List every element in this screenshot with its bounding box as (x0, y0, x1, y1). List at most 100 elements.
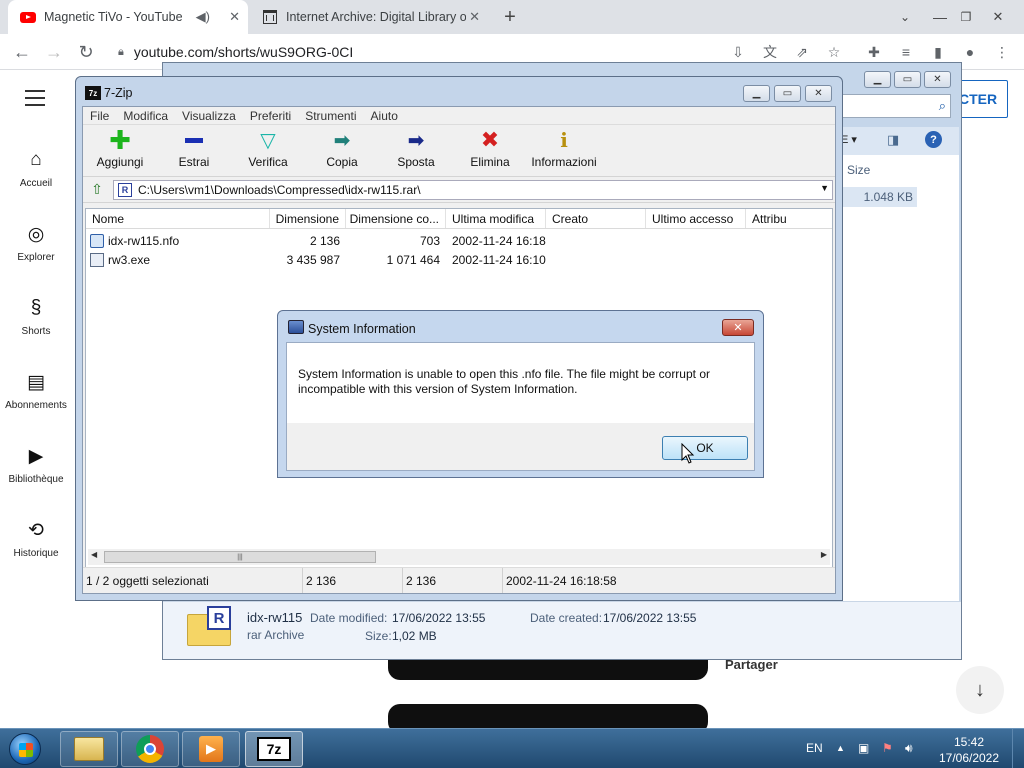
compass-icon: ◎ (27, 223, 45, 245)
toolbar-label: Verifica (248, 155, 288, 169)
chevron-down-icon[interactable]: ▼ (820, 183, 829, 193)
column-header-name[interactable]: Nome (86, 209, 270, 228)
reload-button[interactable]: ↻ (74, 40, 98, 64)
preview-pane-icon[interactable]: ◨ (887, 132, 899, 148)
translate-icon[interactable]: 文 (758, 40, 782, 64)
maximize-button[interactable]: ▭ (774, 85, 801, 102)
nav-item-explore[interactable]: ◎ Explorer (0, 222, 72, 264)
column-header-attributes[interactable]: Attribu (746, 209, 832, 228)
path-combobox[interactable]: R C:\Users\vm1\Downloads\Compressed\idx-… (113, 179, 833, 200)
history-icon: ⟲ (28, 519, 44, 541)
system-clock[interactable]: 15:42 17/06/2022 (928, 734, 1010, 766)
profile-avatar-icon[interactable]: ● (958, 40, 982, 64)
mute-icon[interactable]: ◀) (196, 9, 210, 25)
column-header-modified[interactable]: Ultima modifica (446, 209, 546, 228)
menu-file[interactable]: File (83, 109, 116, 123)
hamburger-menu-icon[interactable] (25, 90, 45, 106)
scroll-left-icon[interactable]: ◀ (91, 550, 97, 559)
menu-kebab-icon[interactable]: ⋮ (990, 40, 1014, 64)
restore-window-button[interactable]: ❐ (954, 0, 978, 34)
delete-icon: ✖ (480, 127, 500, 152)
folder-up-icon[interactable]: ⇧ (87, 181, 107, 199)
action-center-icon[interactable]: ⚑ (882, 741, 893, 755)
scrollbar-thumb[interactable]: ||| (104, 551, 376, 563)
start-button[interactable] (3, 731, 47, 767)
file-size-cell: 1.048 KB (841, 187, 917, 207)
file-row[interactable]: idx-rw115.nfo 2 136 703 2002-11-24 16:18 (86, 231, 832, 250)
nav-item-shorts[interactable]: § Shorts (0, 296, 72, 337)
menu-help[interactable]: Aiuto (364, 109, 405, 123)
install-icon[interactable]: ⇩ (726, 40, 750, 64)
window-title: 7-Zip (104, 86, 133, 100)
minimize-button[interactable]: ▁ (864, 71, 891, 88)
horizontal-scrollbar[interactable]: ◀ ||| ▶ (88, 549, 830, 565)
side-panel-icon[interactable]: ▮ (926, 40, 950, 64)
column-header-size[interactable]: Dimensione (270, 209, 346, 228)
taskbar-explorer[interactable] (60, 731, 118, 767)
language-indicator[interactable]: EN (806, 741, 823, 755)
close-button[interactable]: ✕ (805, 85, 832, 102)
close-tab-icon[interactable]: ✕ (229, 9, 240, 25)
status-selection: 1 / 2 oggetti selezionati (83, 568, 303, 593)
tab-youtube[interactable]: Magnetic TiVo - YouTube ◀) ✕ (8, 0, 248, 34)
column-header-accessed[interactable]: Ultimo accesso (646, 209, 746, 228)
file-name: idx-rw115.nfo (108, 233, 180, 248)
show-desktop-button[interactable] (1012, 729, 1024, 768)
scroll-right-icon[interactable]: ▶ (821, 550, 827, 559)
menu-view[interactable]: Visualizza (175, 109, 243, 123)
minimize-button[interactable]: ▁ (743, 85, 770, 102)
nav-item-subscriptions[interactable]: ▤ Abonnements (0, 370, 72, 412)
show-hidden-icons-icon[interactable]: ▲ (836, 743, 845, 753)
nav-item-library[interactable]: ▶ Bibliothèque (0, 444, 72, 486)
tab-internet-archive[interactable]: Internet Archive: Digital Library o ✕ (250, 0, 488, 34)
menu-edit[interactable]: Modifica (116, 109, 175, 123)
menu-bar: File Modifica Visualizza Preferiti Strum… (83, 107, 835, 125)
close-button[interactable]: ✕ (924, 71, 951, 88)
forward-button[interactable]: → (42, 40, 66, 64)
share-icon[interactable]: ⇗ (790, 40, 814, 64)
column-header-created[interactable]: Creato (546, 209, 646, 228)
file-size: 2 136 (309, 233, 340, 248)
close-window-button[interactable]: ✕ (986, 0, 1010, 34)
file-row[interactable]: rw3.exe 3 435 987 1 071 464 2002-11-24 1… (86, 250, 832, 269)
maximize-button[interactable]: ▭ (894, 71, 921, 88)
bookmark-star-icon[interactable]: ☆ (822, 40, 846, 64)
shorts-icon: § (30, 297, 42, 318)
system-information-icon (288, 320, 304, 334)
file-modified: 2002-11-24 16:18 (452, 233, 546, 248)
taskbar-media-player[interactable]: ▶ (182, 731, 240, 767)
url-text: youtube.com/shorts/wuS9ORG-0CI (133, 44, 354, 60)
minimize-window-button[interactable]: — (928, 0, 952, 34)
nav-label: Bibliothèque (8, 474, 64, 485)
next-video-arrow-icon[interactable]: ↓ (956, 666, 1004, 714)
extract-button[interactable]: Estrai (157, 125, 231, 169)
details-file-name: idx-rw115 (247, 610, 303, 625)
network-icon[interactable]: ▣ (858, 741, 869, 755)
media-control-icon[interactable]: ≡ (894, 40, 918, 64)
add-button[interactable]: ✚ Aggiungi (83, 125, 157, 170)
nav-item-history[interactable]: ⟲ Historique (0, 518, 72, 560)
copy-button[interactable]: ➡ Copia (305, 125, 379, 170)
info-button[interactable]: i Informazioni (527, 125, 601, 169)
taskbar-chrome[interactable] (121, 731, 179, 767)
dialog-close-button[interactable]: ✕ (722, 319, 754, 336)
column-header-size[interactable]: Size (847, 163, 870, 177)
volume-icon[interactable]: 🔊︎ (905, 741, 913, 756)
search-input[interactable]: ⌕ (841, 94, 951, 118)
ok-button[interactable]: OK (662, 436, 748, 460)
column-header-packed-size[interactable]: Dimensione co... (346, 209, 446, 228)
move-button[interactable]: ➡ Sposta (379, 125, 453, 170)
menu-tools[interactable]: Strumenti (298, 109, 363, 123)
tab-search-icon[interactable]: ⌄ (893, 0, 917, 34)
close-tab-icon[interactable]: ✕ (469, 9, 480, 25)
taskbar-7zip[interactable]: 7z (245, 731, 303, 767)
new-tab-button[interactable]: + (498, 0, 522, 34)
extensions-icon[interactable]: ✚ (862, 40, 886, 64)
views-dropdown-icon[interactable]: E ▾ (841, 133, 857, 146)
nav-item-home[interactable]: ⌂ Accueil (0, 148, 72, 189)
help-icon[interactable]: ? (925, 131, 942, 148)
test-button[interactable]: ▽ Verifica (231, 125, 305, 170)
menu-favorites[interactable]: Preferiti (243, 109, 298, 123)
delete-button[interactable]: ✖ Elimina (453, 125, 527, 169)
back-button[interactable]: ← (10, 40, 34, 64)
